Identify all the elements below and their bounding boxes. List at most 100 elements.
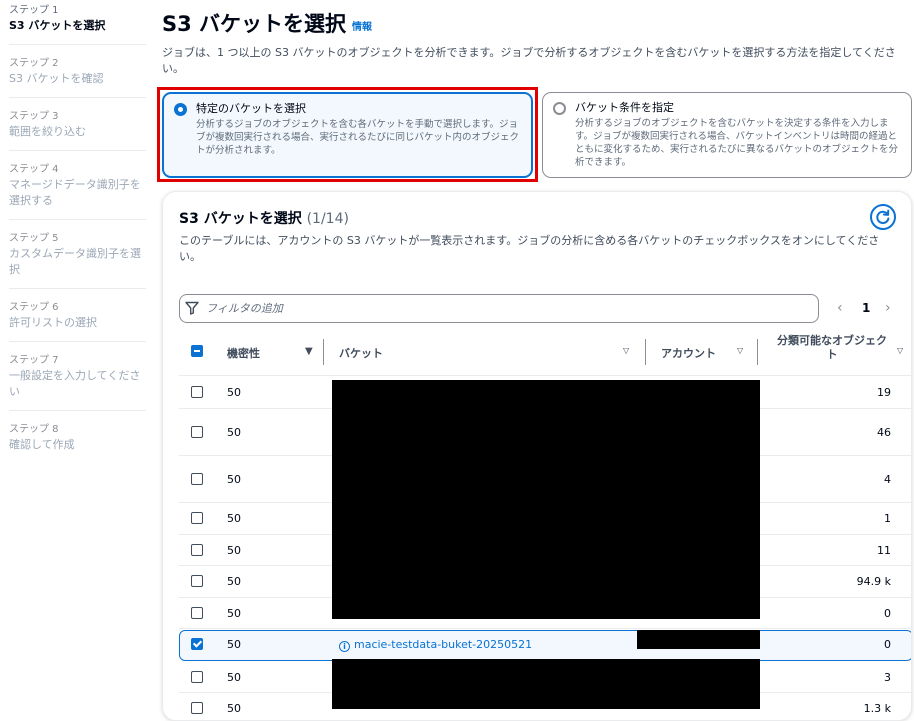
step-title: カスタムデータ識別子を選択 xyxy=(9,247,141,276)
table-title: S3 バケットを選択 (1/14) xyxy=(179,208,349,228)
objects-cell: 4 xyxy=(884,473,891,486)
objects-cell: 1 xyxy=(884,512,891,525)
step-number: ステップ 8 xyxy=(9,424,59,435)
column-label: バケット xyxy=(339,347,383,360)
row-checkbox[interactable] xyxy=(191,386,203,398)
redaction-block xyxy=(332,659,760,709)
annotation-highlight-box xyxy=(157,87,538,182)
sort-icon[interactable]: ▽ xyxy=(623,346,629,355)
filter-input[interactable] xyxy=(206,299,806,318)
redaction-block xyxy=(332,380,760,619)
objects-cell: 94.9 k xyxy=(856,575,891,588)
step-7: ステップ 7 一般設定を入力してください xyxy=(9,354,146,411)
sensitivity-cell: 50 xyxy=(227,544,241,557)
column-sensitivity[interactable]: 機密性 ▼ xyxy=(227,330,323,376)
wizard-steps: ステップ 1 S3 バケットを選択 ステップ 2 S3 バケットを確認 ステップ… xyxy=(9,4,146,475)
objects-cell: 0 xyxy=(884,607,891,620)
row-checkbox[interactable] xyxy=(191,607,203,619)
step-number: ステップ 3 xyxy=(9,111,59,122)
column-separator xyxy=(645,339,646,365)
filter-icon xyxy=(185,301,199,315)
sort-icon[interactable]: ▽ xyxy=(737,346,743,355)
table-row-selected[interactable]: 50 i macie-testdata-buket-20250521 0 xyxy=(179,630,911,661)
pagination: ‹ 1 › xyxy=(837,300,897,320)
bucket-name: macie-testdata-buket-20250521 xyxy=(354,638,533,651)
column-objects[interactable]: 分類可能なオブジェクト ▽ xyxy=(773,330,911,376)
refresh-icon xyxy=(876,209,890,224)
objects-cell: 1.3 k xyxy=(863,702,891,715)
sensitivity-cell: 50 xyxy=(227,575,241,588)
sensitivity-cell: 50 xyxy=(227,426,241,439)
row-checkbox[interactable] xyxy=(191,544,203,556)
page-title-text: S3 バケットを選択 xyxy=(162,12,347,36)
sensitivity-cell: 50 xyxy=(227,638,241,651)
row-checkbox[interactable] xyxy=(191,426,203,438)
objects-cell: 0 xyxy=(884,638,891,651)
step-number: ステップ 6 xyxy=(9,302,59,313)
tile-description: 分析するジョブのオブジェクトを含むバケットを決定する条件を入力します。ジョブが複… xyxy=(575,118,899,168)
bucket-link[interactable]: i macie-testdata-buket-20250521 xyxy=(339,638,532,652)
step-title: 範囲を絞り込む xyxy=(9,125,86,138)
step-title: マネージドデータ識別子を選択する xyxy=(9,178,141,207)
info-circle-icon: i xyxy=(339,641,350,652)
column-separator xyxy=(323,339,324,365)
step-number: ステップ 2 xyxy=(9,58,59,69)
row-checkbox[interactable] xyxy=(191,575,203,587)
objects-cell: 3 xyxy=(884,671,891,684)
objects-cell: 11 xyxy=(877,544,891,557)
step-title: S3 バケットを確認 xyxy=(9,72,104,85)
sensitivity-cell: 50 xyxy=(227,386,241,399)
objects-cell: 46 xyxy=(877,426,891,439)
row-checkbox[interactable] xyxy=(191,671,203,683)
column-label: 分類可能なオブジェクト xyxy=(777,334,887,361)
table-title-text: S3 バケットを選択 xyxy=(179,211,302,227)
step-title: 許可リストの選択 xyxy=(9,316,97,329)
select-all-checkbox[interactable] xyxy=(191,345,203,357)
objects-cell: 19 xyxy=(877,386,891,399)
step-title: 確認して作成 xyxy=(9,438,75,451)
step-4: ステップ 4 マネージドデータ識別子を選択する xyxy=(9,163,146,220)
step-number: ステップ 5 xyxy=(9,233,59,244)
column-bucket[interactable]: バケット ▽ xyxy=(339,330,639,376)
column-label: アカウント xyxy=(661,347,716,360)
table-header: 機密性 ▼ バケット ▽ アカウント ▽ 分類可能なオブジェクト ▽ xyxy=(179,330,911,376)
row-checkbox[interactable] xyxy=(191,512,203,524)
step-title: S3 バケットを選択 xyxy=(9,19,106,32)
sensitivity-cell: 50 xyxy=(227,473,241,486)
column-label: 機密性 xyxy=(227,347,260,360)
step-8: ステップ 8 確認して作成 xyxy=(9,423,146,463)
sensitivity-cell: 50 xyxy=(227,702,241,715)
page-title: S3 バケットを選択 情報 xyxy=(162,8,372,38)
step-6: ステップ 6 許可リストの選択 xyxy=(9,301,146,342)
step-2: ステップ 2 S3 バケットを確認 xyxy=(9,57,146,98)
column-separator xyxy=(757,339,758,365)
step-number: ステップ 4 xyxy=(9,164,59,175)
next-page-icon[interactable]: › xyxy=(885,300,891,316)
radio-bucket-criteria[interactable] xyxy=(553,102,566,115)
selection-count: (1/14) xyxy=(306,211,349,227)
row-checkbox[interactable] xyxy=(191,473,203,485)
step-title: 一般設定を入力してください xyxy=(9,369,141,398)
column-account[interactable]: アカウント ▽ xyxy=(661,330,761,376)
info-link[interactable]: 情報 xyxy=(352,22,372,33)
sort-down-icon[interactable]: ▼ xyxy=(305,346,313,357)
refresh-button[interactable] xyxy=(870,204,896,230)
step-3: ステップ 3 範囲を絞り込む xyxy=(9,110,146,151)
sensitivity-cell: 50 xyxy=(227,607,241,620)
sensitivity-cell: 50 xyxy=(227,512,241,525)
filter-box xyxy=(179,294,819,323)
redaction-block xyxy=(637,630,760,649)
sensitivity-cell: 50 xyxy=(227,671,241,684)
page-description: ジョブは、1 つ以上の S3 バケットのオブジェクトを分析できます。ジョブで分析… xyxy=(162,46,896,75)
sort-icon[interactable]: ▽ xyxy=(897,346,903,355)
table-description: このテーブルには、アカウントの S3 バケットが一覧表示されます。ジョブの分析に… xyxy=(179,234,880,263)
tile-bucket-criteria[interactable]: バケット条件を指定 分析するジョブのオブジェクトを含むバケットを決定する条件を入… xyxy=(542,92,912,178)
step-number: ステップ 1 xyxy=(9,5,59,16)
row-checkbox[interactable] xyxy=(191,702,203,714)
tile-title: バケット条件を指定 xyxy=(575,101,674,114)
step-1: ステップ 1 S3 バケットを選択 xyxy=(9,4,146,45)
prev-page-icon[interactable]: ‹ xyxy=(837,300,843,316)
step-5: ステップ 5 カスタムデータ識別子を選択 xyxy=(9,232,146,289)
row-checkbox[interactable] xyxy=(191,638,203,650)
page-number[interactable]: 1 xyxy=(862,301,870,315)
